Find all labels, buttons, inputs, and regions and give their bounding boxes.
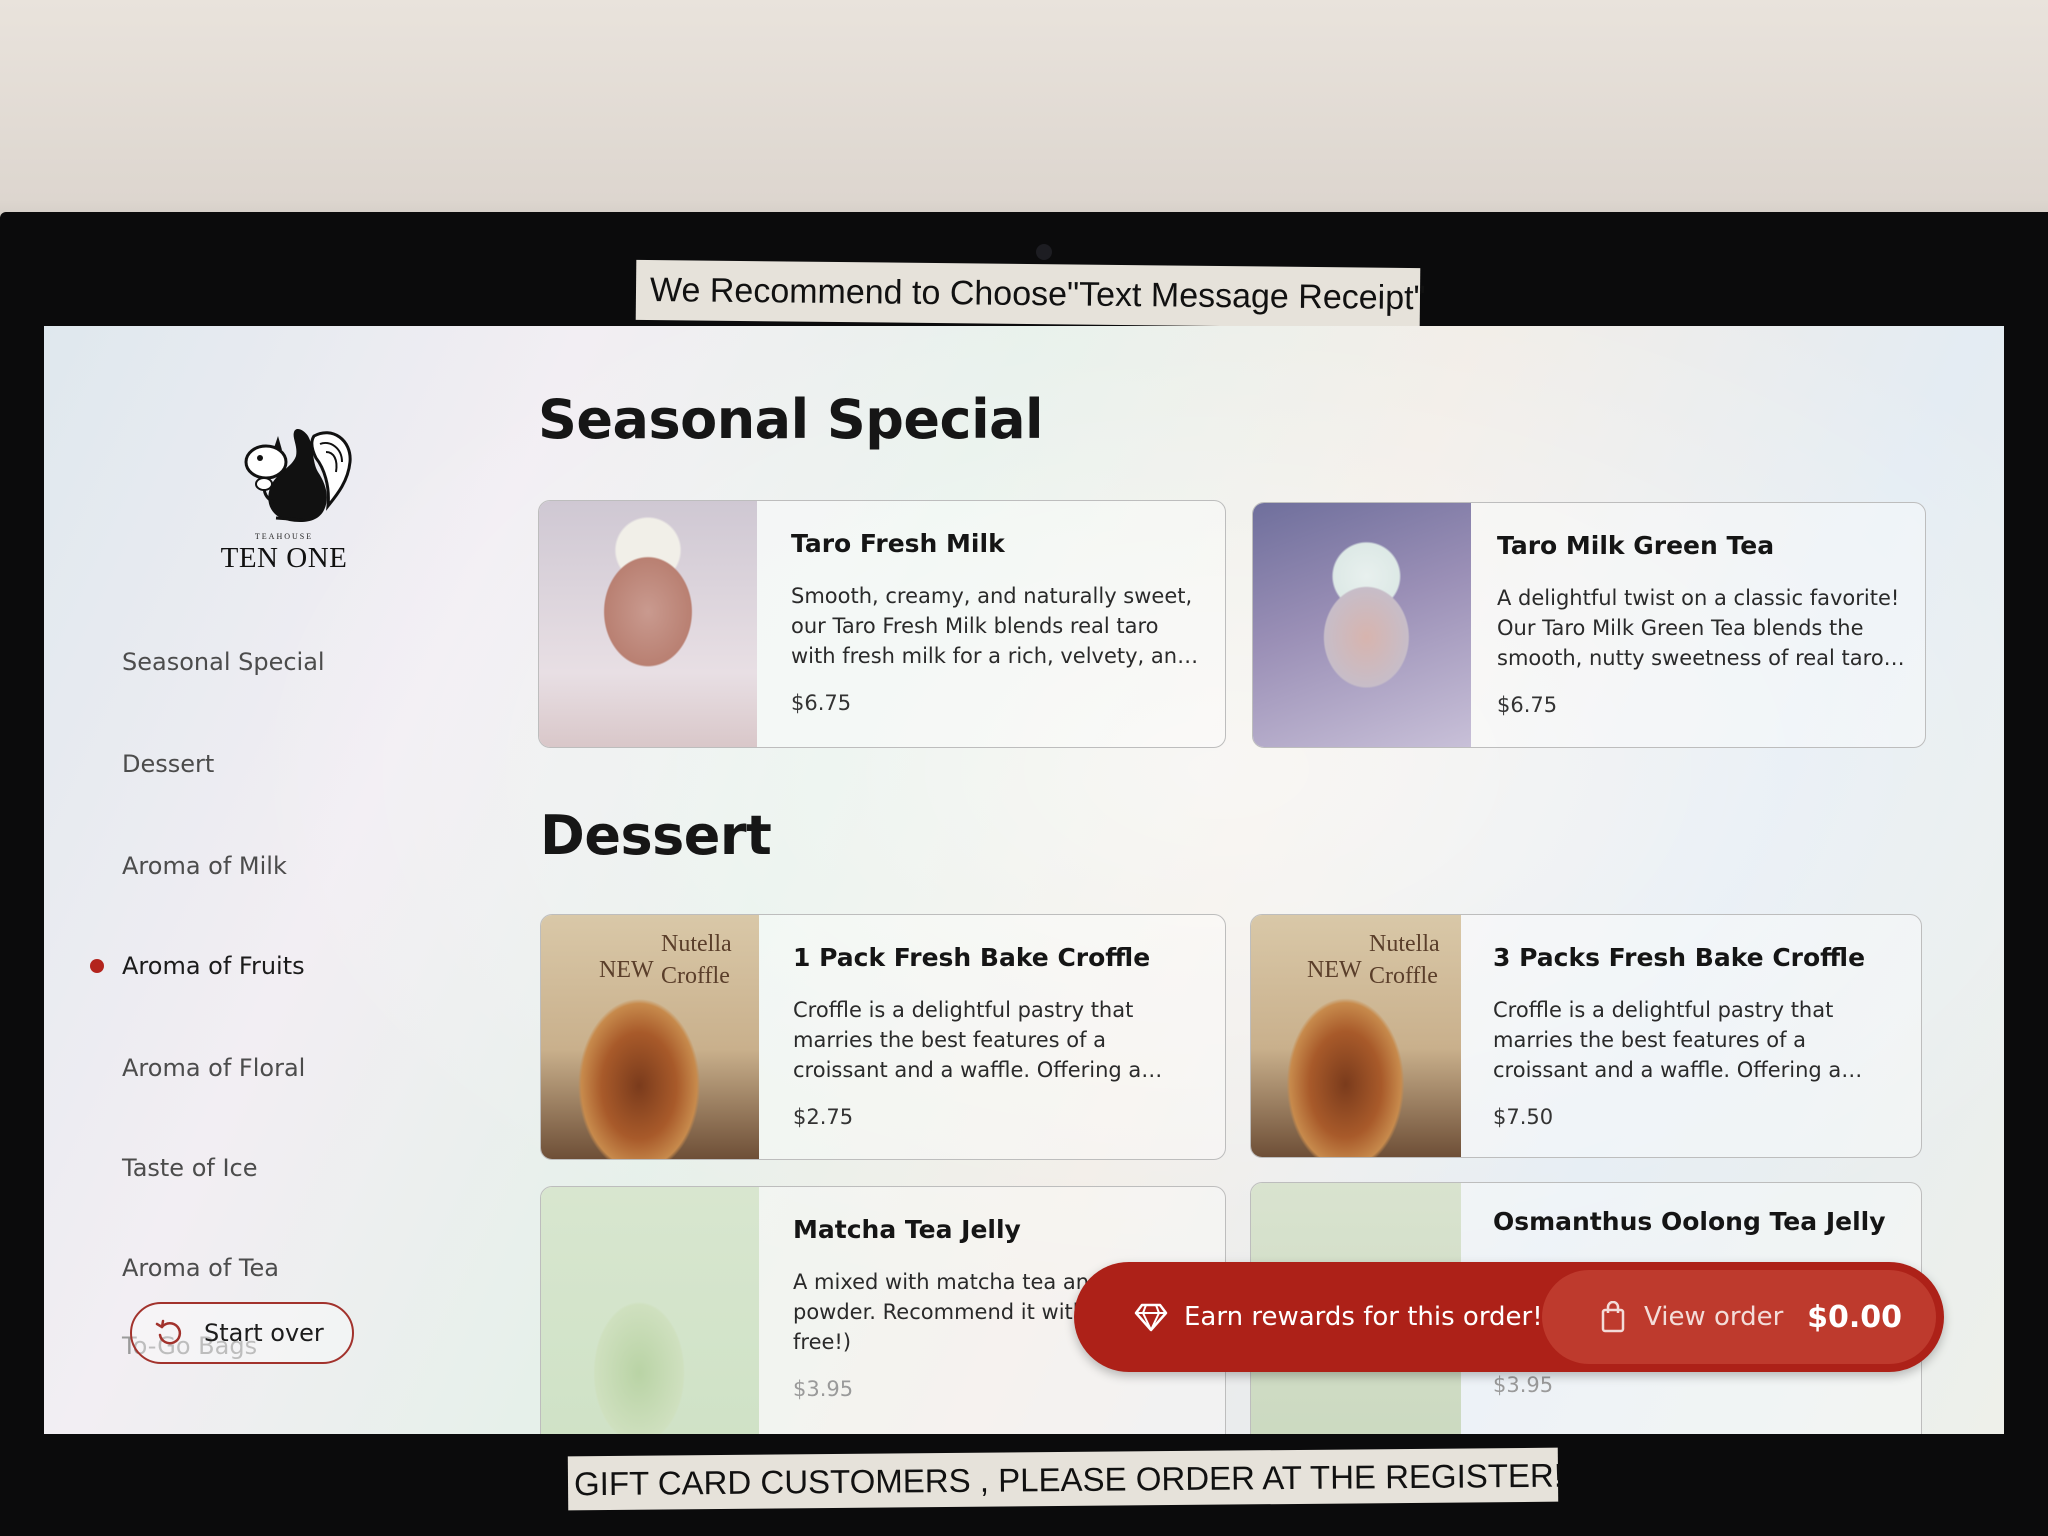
order-total: $0.00: [1807, 1299, 1902, 1335]
gift-card-notice-sticker: GIFT CARD CUSTOMERS , PLEASE ORDER AT TH…: [567, 1447, 1563, 1511]
item-price: $2.75: [793, 1105, 854, 1129]
nav-item-seasonal-special[interactable]: Seasonal Special: [122, 642, 422, 682]
croffle-image-new-label: NEW: [1307, 957, 1362, 983]
view-order-button[interactable]: View order $0.00: [1542, 1270, 1936, 1364]
croffle-image-croffle-label: Croffle: [661, 963, 730, 989]
section-title-dessert: Dessert: [540, 804, 772, 867]
order-bar: Earn rewards for this order! View order …: [1074, 1262, 1944, 1372]
receipt-notice-sticker: We Recommend to Choose"Text Message Rece…: [635, 259, 1426, 329]
item-name: 3 Packs Fresh Bake Croffle: [1493, 943, 1866, 972]
croffle-image-new-label: NEW: [599, 957, 654, 983]
nav-item-dessert[interactable]: Dessert: [122, 744, 422, 784]
earn-rewards-button[interactable]: Earn rewards for this order!: [1134, 1262, 1543, 1372]
item-name: Taro Fresh Milk: [791, 529, 1005, 558]
croffle-image: NEW Nutella Croffle: [541, 915, 759, 1159]
squirrel-logo-icon: [244, 429, 352, 522]
shopping-bag-icon: [1601, 1301, 1625, 1333]
item-price: $7.50: [1493, 1105, 1554, 1129]
diamond-icon: [1134, 1303, 1168, 1332]
croffle-image: NEW Nutella Croffle: [1251, 915, 1461, 1157]
nav-item-aroma-of-fruits[interactable]: Aroma of Fruits: [122, 946, 422, 986]
croffle-image-nutella-label: Nutella: [661, 931, 732, 957]
earn-rewards-label: Earn rewards for this order!: [1184, 1302, 1543, 1332]
item-name: Matcha Tea Jelly: [793, 1215, 1021, 1244]
croffle-image-nutella-label: Nutella: [1369, 931, 1440, 957]
item-description: A delightful twist on a classic favorite…: [1497, 586, 1900, 670]
item-price: $3.95: [793, 1377, 854, 1401]
item-name: Taro Milk Green Tea: [1497, 531, 1775, 560]
matcha-tea-jelly-image: [541, 1187, 759, 1434]
section-title-seasonal-special: Seasonal Special: [538, 388, 1044, 451]
croffle-image-croffle-label: Croffle: [1369, 963, 1438, 989]
item-description: Croffle is a delightful pastry that marr…: [793, 998, 1142, 1082]
menu-card-taro-milk-green-tea[interactable]: Taro Milk Green Tea A delightful twist o…: [1252, 502, 1926, 748]
view-order-label: View order: [1644, 1302, 1784, 1332]
item-description: Croffle is a delightful pastry that marr…: [1493, 998, 1842, 1082]
taro-milk-green-tea-image: [1253, 503, 1471, 747]
item-name: 1 Pack Fresh Bake Croffle: [793, 943, 1151, 972]
brand-subtitle: TEAHOUSE: [254, 532, 314, 541]
item-price: $6.75: [791, 691, 852, 715]
item-description: Smooth, creamy, and naturally sweet, our…: [791, 584, 1193, 668]
start-over-button[interactable]: Start over: [130, 1302, 354, 1364]
active-category-dot: [90, 959, 104, 973]
item-name: Osmanthus Oolong Tea Jelly: [1493, 1207, 1886, 1236]
nav-item-aroma-of-tea[interactable]: Aroma of Tea: [122, 1248, 422, 1288]
kiosk-screen: TEAHOUSE TEN ONE Seasonal Special Desser…: [44, 326, 2004, 1434]
restart-icon: [155, 1319, 182, 1345]
menu-card-taro-fresh-milk[interactable]: Taro Fresh Milk Smooth, creamy, and natu…: [538, 500, 1226, 748]
brand-logo: TEAHOUSE TEN ONE: [204, 422, 364, 592]
item-price: $3.95: [1493, 1373, 1554, 1397]
start-over-label: Start over: [204, 1319, 324, 1347]
camera-lens: [1036, 244, 1052, 260]
nav-item-aroma-of-floral[interactable]: Aroma of Floral: [122, 1048, 422, 1088]
taro-fresh-milk-image: [539, 501, 757, 747]
nav-item-aroma-of-milk[interactable]: Aroma of Milk: [122, 846, 422, 886]
menu-card-3-packs-croffle[interactable]: NEW Nutella Croffle 3 Packs Fresh Bake C…: [1250, 914, 1922, 1158]
menu-card-1-pack-croffle[interactable]: NEW Nutella Croffle 1 Pack Fresh Bake Cr…: [540, 914, 1226, 1160]
nav-item-taste-of-ice[interactable]: Taste of Ice: [122, 1148, 422, 1188]
item-price: $6.75: [1497, 693, 1558, 717]
brand-name: TEN ONE: [220, 542, 348, 574]
